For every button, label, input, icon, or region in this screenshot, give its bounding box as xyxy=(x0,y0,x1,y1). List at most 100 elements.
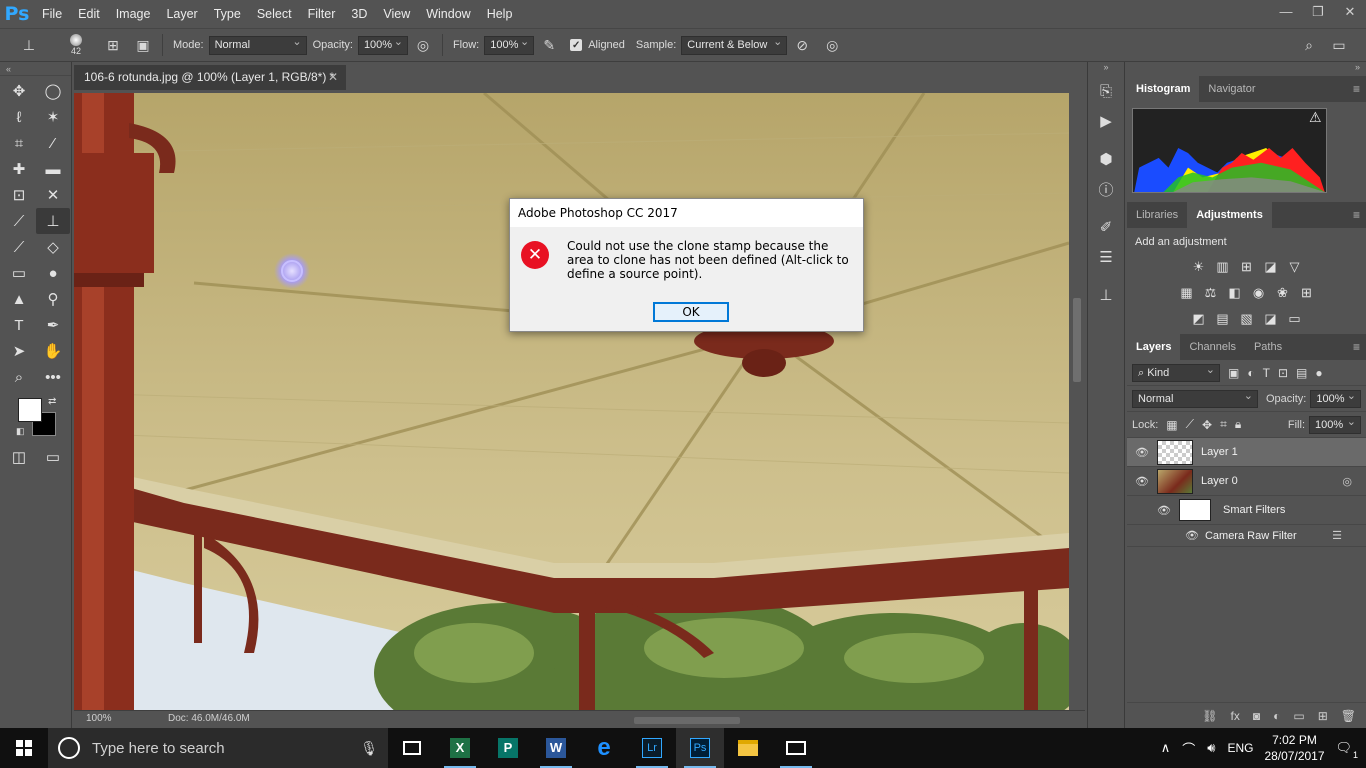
brightness-icon[interactable]: ☀ xyxy=(1191,259,1207,275)
menu-help[interactable]: Help xyxy=(479,0,521,28)
menu-view[interactable]: View xyxy=(375,0,418,28)
gradient-map-icon[interactable]: ▭ xyxy=(1287,311,1303,327)
vertical-scroll-thumb[interactable] xyxy=(1073,298,1081,382)
tab-paths[interactable]: Paths xyxy=(1245,334,1291,360)
move-tool-icon[interactable]: ✥ xyxy=(2,78,36,104)
publisher-icon[interactable]: P xyxy=(484,728,532,768)
tab-histogram[interactable]: Histogram xyxy=(1127,76,1200,102)
sharpen-tool-icon[interactable]: ▲ xyxy=(2,286,36,312)
ok-button[interactable]: OK xyxy=(653,302,729,322)
edge-icon[interactable]: e xyxy=(580,728,628,768)
delete-layer-icon[interactable]: 🗑︎ xyxy=(1341,709,1356,723)
menu-type[interactable]: Type xyxy=(206,0,249,28)
pen-tool-icon[interactable]: ✒ xyxy=(36,312,70,338)
filter-kind-dropdown[interactable]: ⌕ Kind xyxy=(1132,362,1220,382)
layer-row-layer-0[interactable]: 👁︎ Layer 0 ◎ xyxy=(1127,467,1366,496)
filter-toggle-icon[interactable]: ● xyxy=(1315,366,1322,380)
airbrush-icon[interactable]: ✎ xyxy=(538,34,560,56)
filter-smart-icon[interactable]: ▤ xyxy=(1296,366,1307,380)
brush-tool-icon[interactable]: ⟋ xyxy=(2,208,36,234)
type-tool-icon[interactable]: T xyxy=(2,312,36,338)
smart-filters-row[interactable]: 👁︎ Smart Filters xyxy=(1127,496,1366,525)
menu-layer[interactable]: Layer xyxy=(158,0,205,28)
vertical-scrollbar[interactable] xyxy=(1069,93,1085,710)
doc-info[interactable]: Doc: 46.0M/46.0M xyxy=(168,713,250,724)
tab-layers[interactable]: Layers xyxy=(1127,334,1181,360)
menu-select[interactable]: Select xyxy=(249,0,300,28)
magic-wand-icon[interactable]: ✶ xyxy=(36,104,70,130)
zoom-level[interactable]: 100% xyxy=(86,713,112,724)
microphone-icon[interactable]: 🎙︎ xyxy=(360,740,378,757)
channel-mixer-icon[interactable]: ❀ xyxy=(1275,285,1291,301)
horizontal-scrollbar[interactable] xyxy=(324,715,1064,725)
close-tab-icon[interactable]: ✕ xyxy=(328,65,338,90)
layer-fill-dropdown[interactable]: 100% xyxy=(1309,414,1361,434)
visibility-eye-icon[interactable]: 👁︎ xyxy=(1127,446,1157,459)
info-icon[interactable]: ⓘ xyxy=(1088,174,1124,204)
panel-menu-icon[interactable]: ≡ xyxy=(1353,76,1360,102)
layer-opacity-dropdown[interactable]: 100% xyxy=(1310,388,1361,408)
minimize-button[interactable]: — xyxy=(1270,0,1302,24)
black-white-icon[interactable]: ◧ xyxy=(1227,285,1243,301)
selective-color-icon[interactable]: ◪ xyxy=(1263,311,1279,327)
filter-shape-icon[interactable]: ⊡ xyxy=(1278,366,1288,380)
eyedropper-icon[interactable]: ⁄ xyxy=(36,130,70,156)
invert-icon[interactable]: ◩ xyxy=(1191,311,1207,327)
exposure-icon[interactable]: ◪ xyxy=(1263,259,1279,275)
volume-icon[interactable]: 🔊︎ xyxy=(1207,740,1215,756)
filter-adjustment-icon[interactable]: ◐ xyxy=(1247,366,1254,380)
taskbar-search-box[interactable]: Type here to search 🎙︎ xyxy=(48,728,388,768)
word-icon[interactable]: W xyxy=(532,728,580,768)
content-aware-icon[interactable]: ⊡ xyxy=(2,182,36,208)
path-select-icon[interactable]: ➤ xyxy=(2,338,36,364)
start-button[interactable] xyxy=(0,728,48,768)
clone-stamp-icon[interactable]: ⊥ xyxy=(36,208,70,234)
actions-play-icon[interactable]: ▶ xyxy=(1088,106,1124,136)
levels-icon[interactable]: ▥ xyxy=(1215,259,1231,275)
tab-libraries[interactable]: Libraries xyxy=(1127,202,1187,228)
collapse-arrows-icon[interactable]: « xyxy=(0,62,71,76)
curves-icon[interactable]: ⊞ xyxy=(1239,259,1255,275)
filter-options-icon[interactable]: ☰ xyxy=(1332,529,1342,542)
content-aware-move-icon[interactable]: ✕ xyxy=(36,182,70,208)
warning-icon[interactable]: ⚠ xyxy=(1309,109,1322,126)
menu-3d[interactable]: 3D xyxy=(343,0,375,28)
adjustment-layer-icon[interactable]: ◐ xyxy=(1273,709,1280,723)
lightroom-icon[interactable]: Lr xyxy=(628,728,676,768)
document-tab[interactable]: 106-6 rotunda.jpg @ 100% (Layer 1, RGB/8… xyxy=(74,65,346,90)
layer-row-layer-1[interactable]: 👁︎ Layer 1 xyxy=(1127,438,1366,467)
brush-presets-icon[interactable]: ✐ xyxy=(1088,212,1124,242)
clone-source-panel-icon[interactable]: ⊥ xyxy=(1088,280,1124,310)
filter-pixel-icon[interactable]: ▣ xyxy=(1228,366,1239,380)
new-layer-icon[interactable]: ⊞ xyxy=(1318,709,1328,723)
menu-file[interactable]: File xyxy=(34,0,70,28)
close-button[interactable]: ✕ xyxy=(1334,0,1366,24)
tab-navigator[interactable]: Navigator xyxy=(1199,76,1264,102)
menu-filter[interactable]: Filter xyxy=(300,0,344,28)
filter-type-icon[interactable]: T xyxy=(1263,366,1270,380)
mode-dropdown[interactable]: Normal xyxy=(208,34,307,55)
task-view-icon[interactable] xyxy=(388,728,436,768)
show-hidden-icons-icon[interactable]: ∧ xyxy=(1161,740,1171,756)
collapse-arrows-icon[interactable]: » xyxy=(1088,62,1124,76)
visibility-eye-icon[interactable]: 👁︎ xyxy=(1149,504,1179,517)
panel-menu-icon[interactable]: ≡ xyxy=(1353,202,1360,228)
action-center-icon[interactable]: 🗨︎ 1 xyxy=(1335,740,1358,760)
patch-tool-icon[interactable]: ▬ xyxy=(36,156,70,182)
zoom-tool-icon[interactable]: ⌕ xyxy=(2,364,36,390)
crop-tool-icon[interactable]: ⌗ xyxy=(2,130,36,156)
blend-mode-dropdown[interactable]: Normal xyxy=(1132,388,1258,408)
color-balance-icon[interactable]: ⚖ xyxy=(1203,285,1219,301)
hue-saturation-icon[interactable]: ▦ xyxy=(1179,285,1195,301)
vibrance-icon[interactable]: ▽ xyxy=(1287,259,1303,275)
panel-menu-icon[interactable]: ≡ xyxy=(1353,334,1360,360)
more-tools-icon[interactable]: ••• xyxy=(36,364,70,390)
mail-icon[interactable] xyxy=(772,728,820,768)
screen-mode-icon[interactable]: ▭ xyxy=(36,444,70,470)
lock-transparent-icon[interactable]: ▦ xyxy=(1166,418,1177,432)
camera-raw-filter-row[interactable]: 👁︎ Camera Raw Filter ☰ xyxy=(1127,525,1366,547)
pressure-opacity-icon[interactable]: ◎ xyxy=(412,34,434,56)
search-icon[interactable]: ⌕ xyxy=(1298,34,1320,56)
quick-mask-icon[interactable]: ◫ xyxy=(2,444,36,470)
clone-stamp-preset-icon[interactable]: ⊥ xyxy=(18,34,40,56)
